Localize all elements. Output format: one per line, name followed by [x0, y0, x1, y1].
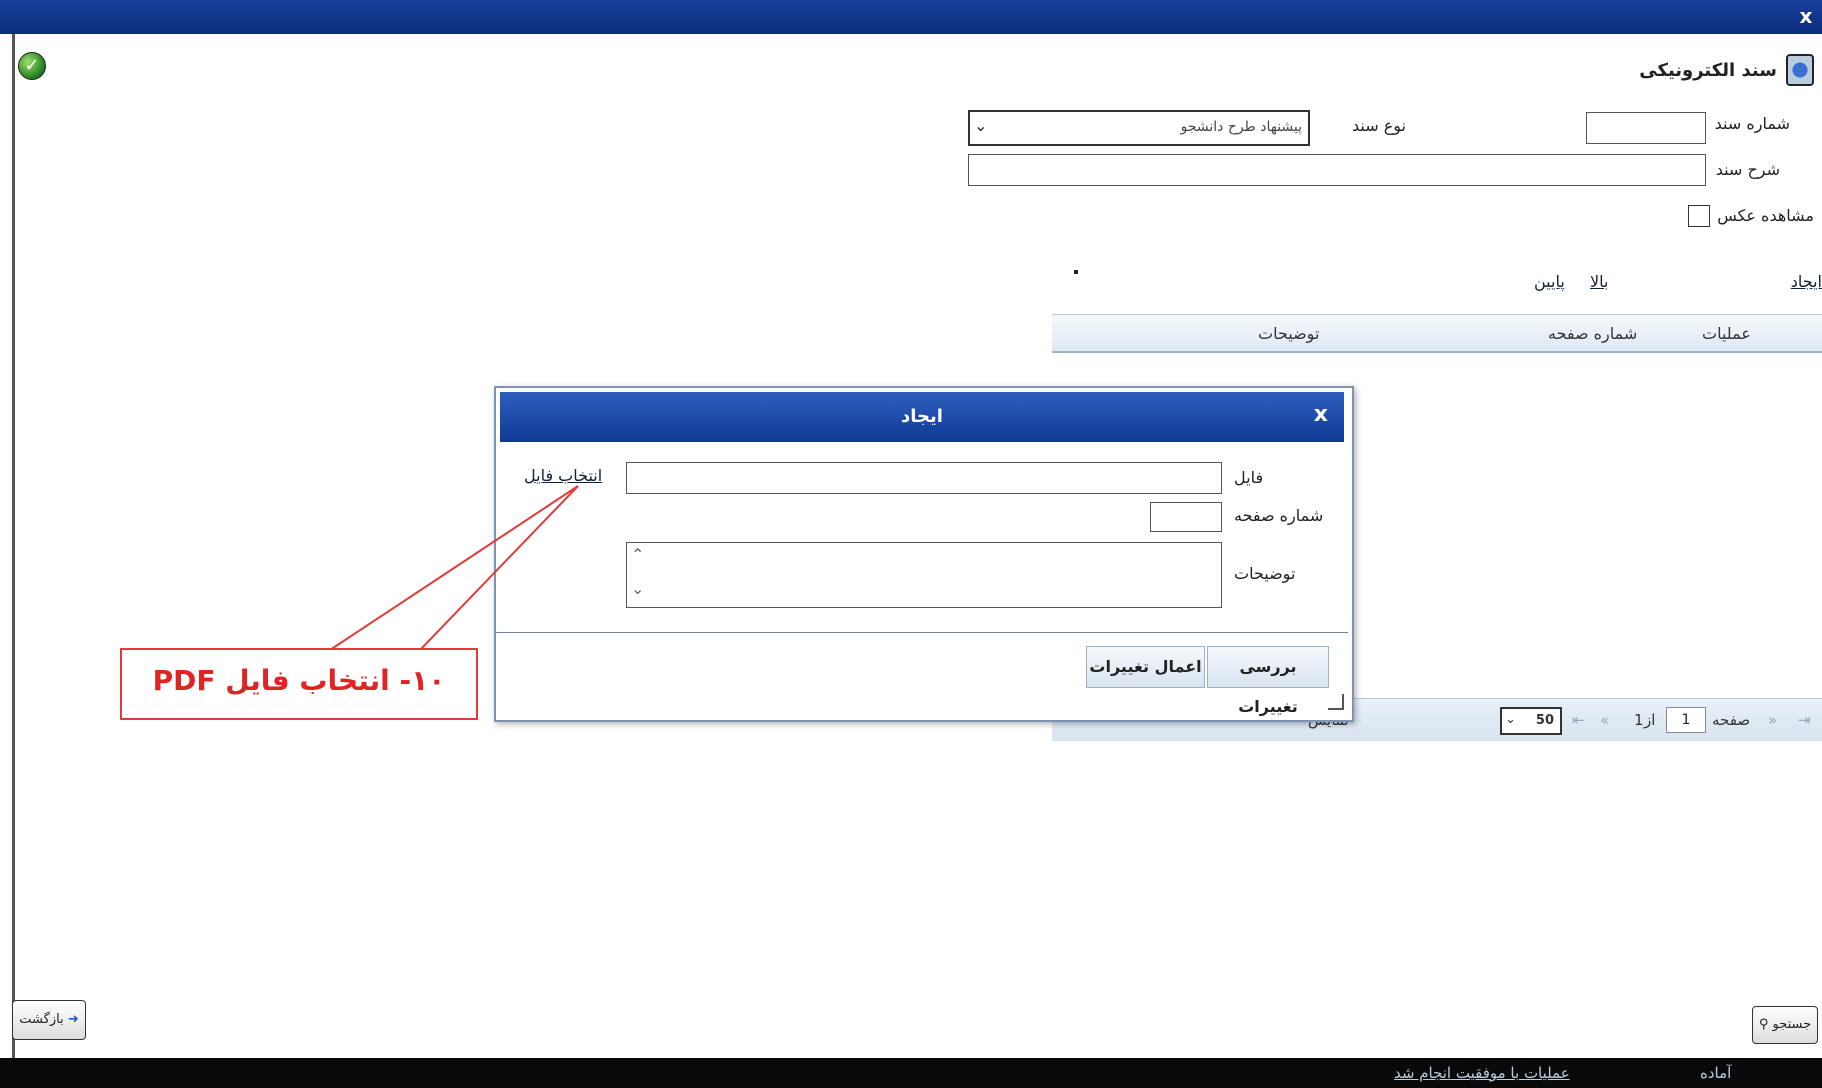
status-message: عملیات با موفقیت انجام شد	[1394, 1064, 1570, 1082]
binoculars-icon: ⚲	[1758, 1017, 1769, 1032]
search-button-label: جستجو	[1772, 1017, 1812, 1032]
exit-arrow-icon: ➜	[67, 1012, 79, 1027]
annotation-callout: ۱۰- انتخاب فایل PDF	[120, 648, 478, 720]
callout-leader	[329, 485, 579, 651]
back-button[interactable]: بازگشت ➜	[12, 1000, 86, 1040]
back-button-label: بازگشت	[19, 1012, 64, 1027]
status-bar: عملیات با موفقیت انجام شد آماده	[0, 1058, 1822, 1088]
status-ready: آماده	[1700, 1064, 1732, 1082]
callout-text: ۱۰- انتخاب فایل PDF	[152, 664, 446, 697]
search-button[interactable]: ⚲ جستجو	[1752, 1006, 1818, 1044]
